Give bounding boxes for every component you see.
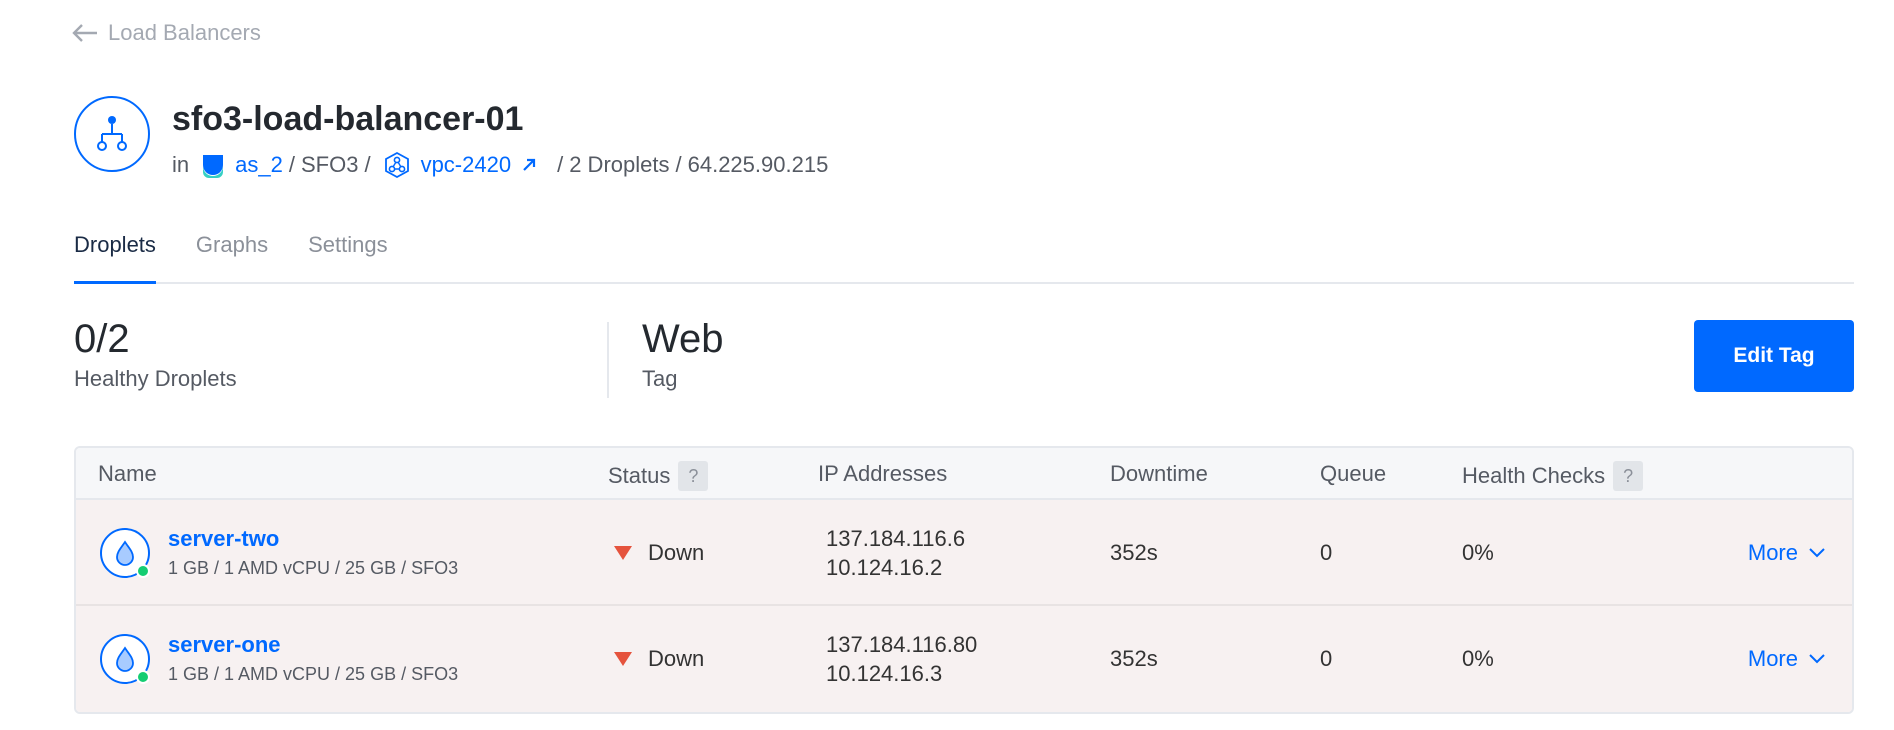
public-ip: 137.184.116.6	[826, 526, 966, 551]
status-down-icon	[614, 546, 632, 560]
tab-bar: Droplets Graphs Settings	[74, 228, 1854, 284]
column-status: Status ?	[608, 461, 709, 491]
droplets-table: Name Status ? IP Addresses Downtime Queu…	[74, 446, 1854, 714]
page-title: sfo3-load-balancer-01	[172, 100, 524, 138]
queue-value: 0	[1320, 540, 1333, 565]
tag-value: Web	[642, 317, 724, 361]
healthy-droplets-label: Healthy Droplets	[74, 366, 237, 391]
online-status-dot	[136, 670, 150, 684]
more-label: More	[1747, 646, 1798, 671]
divider	[607, 322, 609, 398]
healthy-droplets-value: 0/2	[74, 317, 130, 361]
edit-tag-button[interactable]: Edit Tag	[1694, 320, 1854, 392]
tab-settings[interactable]: Settings	[308, 228, 388, 284]
droplet-icon	[100, 528, 150, 578]
public-ip: 137.184.116.80	[826, 632, 978, 657]
table-header: Name Status ? IP Addresses Downtime Queu…	[76, 448, 1852, 500]
private-ip: 10.124.16.2	[826, 555, 943, 580]
column-ip-addresses: IP Addresses	[818, 461, 948, 486]
back-link-label: Load Balancers	[108, 20, 261, 45]
vpc-icon	[384, 152, 409, 179]
online-status-dot	[136, 564, 150, 578]
in-label: in	[172, 152, 190, 178]
droplet-name-link[interactable]: server-two	[168, 526, 279, 552]
separator: /	[557, 152, 564, 178]
column-health-checks: Health Checks ?	[1462, 461, 1644, 491]
team-icon	[203, 155, 224, 179]
separator: /	[288, 152, 295, 178]
status-label: Down	[648, 646, 705, 671]
table-row: server-two 1 GB / 1 AMD vCPU / 25 GB / S…	[76, 500, 1852, 606]
chevron-down-icon	[1809, 548, 1825, 558]
ip-addresses: 137.184.116.6 10.124.16.2	[826, 524, 965, 582]
private-ip: 10.124.16.3	[826, 661, 943, 686]
team-link[interactable]: as_2	[235, 152, 283, 178]
external-link-icon[interactable]	[521, 157, 537, 173]
column-downtime: Downtime	[1110, 461, 1208, 486]
chevron-down-icon	[1809, 654, 1825, 664]
separator: /	[675, 152, 682, 178]
status-label: Down	[648, 540, 705, 565]
health-checks-help-icon[interactable]: ?	[1613, 461, 1644, 491]
status-down-icon	[614, 652, 632, 666]
downtime-value: 352s	[1110, 646, 1158, 671]
more-menu-button[interactable]: More	[1748, 540, 1826, 566]
droplet-icon	[100, 634, 150, 684]
ip-addresses: 137.184.116.80 10.124.16.3	[826, 630, 977, 688]
arrow-left-icon	[72, 24, 97, 42]
droplet-status: Down	[614, 646, 704, 672]
table-row: server-one 1 GB / 1 AMD vCPU / 25 GB / S…	[76, 606, 1852, 712]
tag-label: Tag	[642, 366, 678, 391]
healthy-droplets-stat: 0/2 Healthy Droplets	[74, 318, 237, 392]
tab-droplets[interactable]: Droplets	[74, 228, 156, 284]
column-name: Name	[98, 461, 157, 486]
page-header: sfo3-load-balancer-01 in as_2 / SFO3 / v…	[74, 96, 828, 179]
summary-stats: 0/2 Healthy Droplets Web Tag Edit Tag	[74, 318, 1854, 398]
status-help-icon[interactable]: ?	[678, 461, 709, 491]
column-status-label: Status	[608, 463, 671, 488]
vpc-link[interactable]: vpc-2420	[421, 152, 512, 178]
droplet-name-link[interactable]: server-one	[168, 632, 281, 658]
load-balancer-meta: in as_2 / SFO3 / vpc-2420 / 2 Droplets /…	[172, 151, 828, 179]
downtime-value: 352s	[1110, 540, 1158, 565]
health-checks-value: 0%	[1462, 646, 1494, 671]
droplet-specs: 1 GB / 1 AMD vCPU / 25 GB / SFO3	[168, 664, 459, 684]
more-menu-button[interactable]: More	[1748, 646, 1826, 672]
tab-graphs[interactable]: Graphs	[196, 228, 268, 284]
droplet-count: 2 Droplets	[569, 152, 670, 178]
column-health-checks-label: Health Checks	[1462, 463, 1606, 488]
droplet-status: Down	[614, 540, 704, 566]
separator: /	[364, 152, 371, 178]
load-balancer-ip: 64.225.90.215	[687, 152, 829, 178]
back-to-load-balancers-link[interactable]: Load Balancers	[72, 20, 261, 46]
health-checks-value: 0%	[1462, 540, 1494, 565]
tag-stat: Web Tag	[642, 318, 724, 392]
queue-value: 0	[1320, 646, 1333, 671]
load-balancer-icon	[74, 96, 150, 172]
droplet-specs: 1 GB / 1 AMD vCPU / 25 GB / SFO3	[168, 558, 459, 578]
more-label: More	[1747, 540, 1798, 565]
column-queue: Queue	[1320, 461, 1387, 486]
region-label: SFO3	[300, 152, 359, 178]
